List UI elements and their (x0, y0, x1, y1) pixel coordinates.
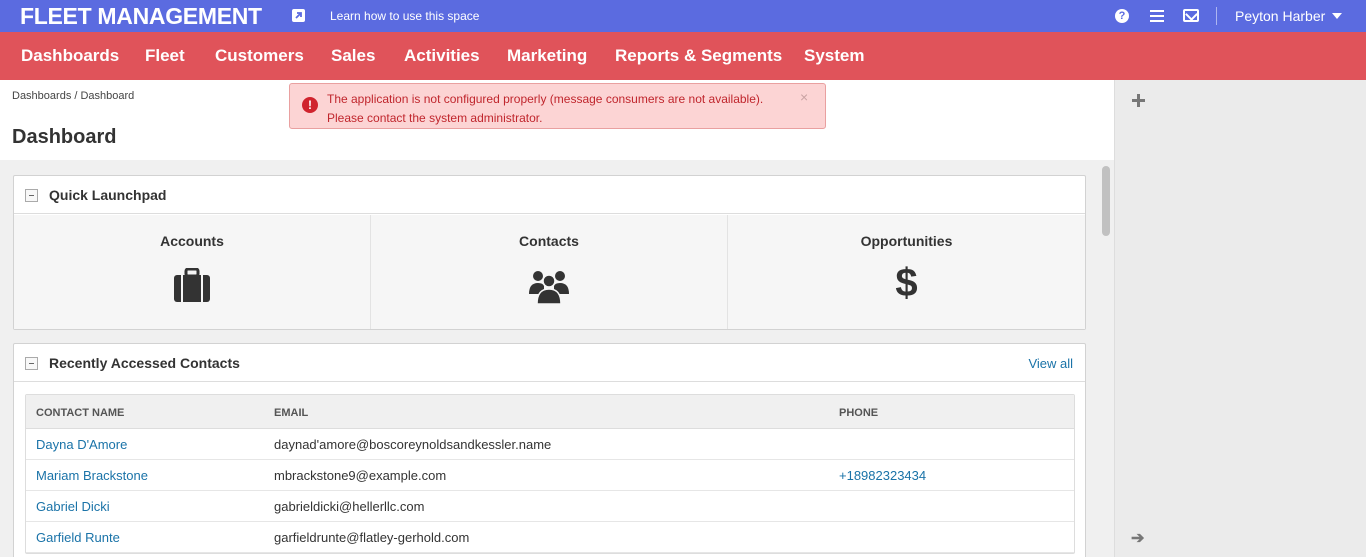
contact-name-link[interactable]: Gabriel Dicki (36, 499, 110, 514)
nav-marketing[interactable]: Marketing (507, 46, 587, 66)
contact-phone[interactable]: +18982323434 (839, 468, 926, 483)
launch-opportunities[interactable]: Opportunities $ (728, 215, 1085, 329)
caret-down-icon[interactable] (1332, 13, 1342, 19)
nav-activities[interactable]: Activities (404, 46, 480, 66)
nav-fleet[interactable]: Fleet (145, 46, 185, 66)
view-all-link[interactable]: View all (1028, 356, 1073, 371)
column-contact-name[interactable]: CONTACT NAME (36, 407, 124, 419)
nav-system[interactable]: System (804, 46, 864, 66)
user-menu[interactable]: Peyton Harber (1235, 8, 1325, 24)
nav-dashboards[interactable]: Dashboards (21, 46, 119, 66)
table-row[interactable]: Dayna D'Amore daynad'amore@boscoreynolds… (26, 429, 1074, 460)
quick-launchpad-widget: Quick Launchpad Accounts Contacts Opport… (13, 175, 1086, 330)
top-bar: FLEET MANAGEMENT Learn how to use this s… (0, 0, 1366, 32)
learn-how-link[interactable]: Learn how to use this space (330, 9, 479, 23)
alert-message: The application is not configured proper… (327, 92, 764, 125)
launch-label: Accounts (160, 233, 224, 249)
column-phone[interactable]: PHONE (839, 407, 878, 419)
widget-header: Quick Launchpad (14, 176, 1085, 214)
nav-customers[interactable]: Customers (215, 46, 304, 66)
mail-icon[interactable] (1183, 9, 1199, 22)
contact-email: daynad'amore@boscoreynoldsandkessler.nam… (274, 437, 552, 452)
nav-sales[interactable]: Sales (331, 46, 375, 66)
topbar-divider (1216, 7, 1217, 25)
menu-icon[interactable] (1150, 10, 1164, 22)
recent-contacts-widget: Recently Accessed Contacts View all CONT… (13, 343, 1086, 557)
scroll-thumb[interactable] (1102, 166, 1110, 236)
contacts-table: CONTACT NAME EMAIL PHONE Dayna D'Amore d… (25, 394, 1075, 554)
column-email[interactable]: EMAIL (274, 407, 308, 419)
briefcase-icon (174, 267, 210, 307)
error-alert: ! The application is not configured prop… (289, 83, 826, 129)
contact-email: garfieldrunte@flatley-gerhold.com (274, 530, 470, 545)
right-sidebar: ➔ (1114, 80, 1366, 557)
widget-header: Recently Accessed Contacts View all (14, 344, 1085, 382)
content-scrollbar[interactable] (1100, 162, 1112, 557)
contact-email: mbrackstone9@example.com (274, 468, 447, 483)
breadcrumb[interactable]: Dashboards / Dashboard (12, 90, 134, 102)
arrow-right-icon[interactable]: ➔ (1131, 528, 1144, 548)
collapse-icon[interactable] (25, 357, 38, 370)
main-nav: Dashboards Fleet Customers Sales Activit… (0, 32, 1366, 80)
table-row[interactable]: Gabriel Dicki gabrieldicki@hellerllc.com (26, 491, 1074, 522)
add-widget-icon[interactable] (1132, 94, 1145, 107)
launch-contacts[interactable]: Contacts (371, 215, 728, 329)
launch-label: Opportunities (860, 233, 953, 249)
close-icon[interactable]: × (800, 89, 808, 105)
table-header: CONTACT NAME EMAIL PHONE (26, 395, 1074, 429)
widget-title: Recently Accessed Contacts (49, 355, 240, 371)
main-content: Dashboards / Dashboard Dashboard Quick L… (0, 80, 1114, 557)
widget-title: Quick Launchpad (49, 187, 167, 203)
dollar-icon: $ (895, 261, 918, 305)
dashboard-area: Quick Launchpad Accounts Contacts Opport… (0, 160, 1114, 557)
app-brand[interactable]: FLEET MANAGEMENT (20, 3, 262, 30)
nav-reports-segments[interactable]: Reports & Segments (615, 46, 782, 66)
collapse-icon[interactable] (25, 189, 38, 202)
launch-label: Contacts (519, 233, 579, 249)
users-icon (529, 268, 569, 309)
help-icon[interactable]: ? (1115, 9, 1129, 23)
table-row[interactable]: Garfield Runte garfieldrunte@flatley-ger… (26, 522, 1074, 553)
contact-name-link[interactable]: Garfield Runte (36, 530, 120, 545)
page-title: Dashboard (12, 126, 117, 148)
exclamation-icon: ! (302, 97, 318, 113)
table-row[interactable]: Mariam Brackstone mbrackstone9@example.c… (26, 460, 1074, 491)
launch-accounts[interactable]: Accounts (14, 215, 371, 329)
contact-name-link[interactable]: Dayna D'Amore (36, 437, 127, 452)
share-icon[interactable] (292, 9, 305, 22)
contact-email: gabrieldicki@hellerllc.com (274, 499, 425, 514)
contact-name-link[interactable]: Mariam Brackstone (36, 468, 148, 483)
